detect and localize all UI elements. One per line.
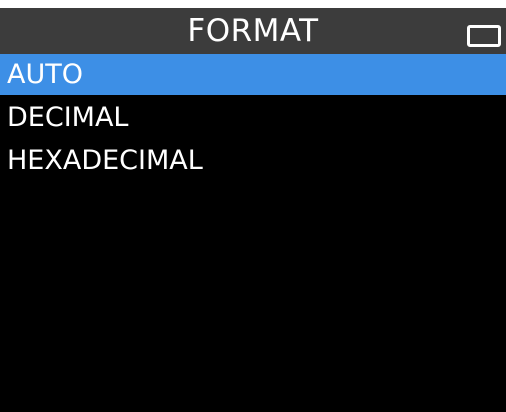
battery-icon bbox=[467, 25, 501, 47]
menu-item-hexadecimal[interactable]: HEXADECIMAL bbox=[0, 140, 506, 181]
title-bar: FORMAT bbox=[0, 8, 506, 54]
menu-item-auto[interactable]: AUTO bbox=[0, 54, 506, 95]
menu-item-decimal[interactable]: DECIMAL bbox=[0, 97, 506, 138]
page-title: FORMAT bbox=[187, 13, 319, 49]
format-menu: AUTO DECIMAL HEXADECIMAL bbox=[0, 54, 506, 412]
battery-level bbox=[472, 30, 496, 42]
device-screen: FORMAT AUTO DECIMAL HEXADECIMAL bbox=[0, 0, 506, 412]
